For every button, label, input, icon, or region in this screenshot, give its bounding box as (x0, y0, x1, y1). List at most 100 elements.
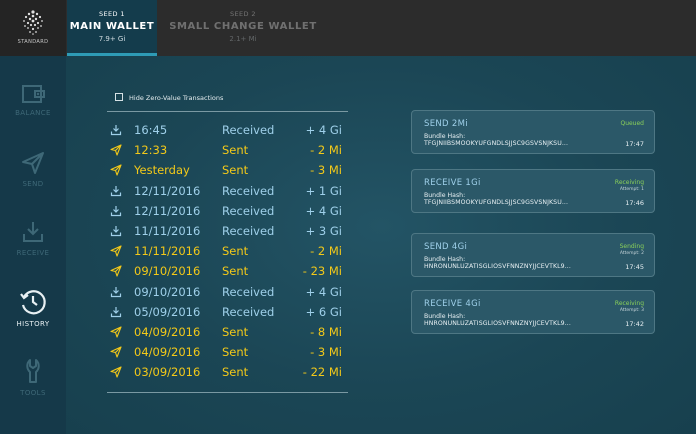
tab-seed-small-change-wallet[interactable]: SEED 2 SMALL CHANGE WALLET 2.1+ Mi (157, 0, 329, 56)
transaction-row[interactable]: 11/11/2016 Sent - 2 Mi (110, 241, 348, 261)
transaction-amount: - 2 Mi (310, 244, 342, 259)
transaction-row[interactable]: 09/10/2016 Sent - 23 Mi (110, 261, 348, 281)
paper-plane-icon (110, 144, 122, 156)
transaction-type: Received (222, 203, 275, 218)
transaction-amount: + 4 Gi (305, 203, 342, 218)
seed-name: MAIN WALLET (69, 21, 155, 32)
sidebar-item-label: TOOLS (20, 389, 46, 397)
transaction-row[interactable]: 12:33 Sent - 2 Mi (110, 140, 348, 160)
transaction-row[interactable]: 12/11/2016 Received + 4 Gi (110, 201, 348, 221)
bundle-card[interactable]: RECEIVE 1Gi Receiving Attempt: 1 Bundle Has… (411, 169, 655, 213)
sidebar-item-label: HISTORY (16, 320, 50, 328)
main-content: Hide Zero-Value Transactions 16:45 Receiv… (66, 56, 696, 434)
seed-balance: 2.1+ Mi (229, 35, 257, 43)
bundle-card[interactable]: SEND 2Mi Queued Bundle Hash: TFGJNIIBSMOOKY… (411, 110, 655, 154)
bundle-attempt: Attempt: 2 (619, 251, 644, 256)
hide-zero-value-label: Hide Zero-Value Transactions (129, 94, 224, 102)
transaction-time: 12/11/2016 (134, 183, 201, 198)
bundle-card[interactable]: SEND 4Gi Sending Attempt: 2 Bundle Hash: HNR… (411, 233, 655, 277)
paper-plane-icon (22, 152, 44, 174)
divider-top (107, 111, 348, 112)
download-icon (110, 286, 122, 298)
transaction-type: Received (222, 123, 275, 137)
bundle-hash-label: Bundle Hash: (424, 133, 466, 140)
transaction-amount: - 3 Mi (310, 345, 342, 360)
bundle-hash-label: Bundle Hash: (424, 256, 466, 263)
transaction-time: Yesterday (134, 163, 190, 178)
paper-plane-icon (110, 265, 122, 277)
transaction-time: 11/11/2016 (134, 223, 201, 238)
transaction-time: 11/11/2016 (134, 244, 201, 259)
bundle-status: Queued (620, 120, 644, 127)
transaction-time: 03/09/2016 (134, 365, 201, 380)
bundle-card[interactable]: RECEIVE 4Gi Receiving Attempt: 3 Bundle Has… (411, 290, 655, 334)
download-icon (110, 205, 122, 217)
bundle-hash: HNRONUNLUZATISGLIOSVFNNZNYJJCEVTKL9... (424, 263, 571, 270)
hide-zero-value-checkbox[interactable] (115, 93, 123, 101)
wallet-icon (22, 85, 45, 103)
sidebar-item-send[interactable]: SEND (0, 150, 66, 188)
clock-history-icon (20, 290, 46, 315)
sidebar-item-balance[interactable]: BALANCE (0, 83, 66, 117)
transaction-time: 04/09/2016 (134, 324, 201, 339)
transaction-type: Sent (222, 345, 249, 360)
bundle-attempt: Attempt: 3 (619, 308, 644, 313)
transaction-row[interactable]: 16:45 Received + 4 Gi (110, 120, 348, 140)
sidebar-item-label: BALANCE (15, 109, 51, 117)
transaction-row[interactable]: 11/11/2016 Received + 3 Gi (110, 221, 348, 241)
paper-plane-icon (110, 326, 122, 338)
hide-zero-value-filter[interactable]: Hide Zero-Value Transactions (115, 93, 223, 102)
transaction-type: Received (222, 223, 275, 238)
tab-seed-main-wallet[interactable]: SEED 1 MAIN WALLET 7.9+ Gi (67, 0, 157, 56)
transaction-amount: - 23 Mi (302, 264, 342, 279)
bundle-hash: HNRONUNLUZATISGLIOSVFNNZNYJJCEVTKL9... (424, 320, 571, 327)
transaction-row[interactable]: 05/09/2016 Received + 6 Gi (110, 302, 348, 322)
transaction-row[interactable]: 03/09/2016 Sent - 22 Mi (110, 362, 348, 382)
bundle-time: 17:46 (625, 199, 644, 207)
sidebar-item-tools[interactable]: TOOLS (0, 357, 66, 397)
transaction-amount: - 2 Mi (310, 143, 342, 158)
bundle-title: SEND 4Gi (424, 242, 468, 252)
transaction-time: 09/10/2016 (134, 284, 201, 299)
download-icon (110, 306, 122, 318)
transaction-type: Received (222, 304, 275, 319)
transaction-type: Sent (222, 324, 249, 339)
transaction-row[interactable]: 12/11/2016 Received + 1 Gi (110, 181, 348, 201)
bundle-title: RECEIVE 1Gi (424, 178, 481, 188)
seed-number: SEED 1 (99, 10, 125, 18)
transaction-type: Sent (222, 264, 249, 279)
transaction-type: Sent (222, 143, 249, 158)
transaction-amount: - 8 Mi (310, 324, 342, 339)
download-icon (110, 124, 122, 136)
transaction-row[interactable]: 04/09/2016 Sent - 8 Mi (110, 322, 348, 342)
transaction-amount: - 22 Mi (302, 365, 342, 380)
bundle-title: SEND 2Mi (424, 119, 468, 129)
bundle-status: Receiving (614, 300, 644, 307)
transaction-time: 16:45 (134, 123, 168, 137)
sidebar-item-label: SEND (22, 180, 44, 188)
bundle-status: Sending (619, 243, 644, 250)
sidebar-item-receive[interactable]: RECEIVE (0, 219, 66, 257)
paper-plane-icon (110, 164, 122, 176)
transaction-row[interactable]: Yesterday Sent - 3 Mi (110, 160, 348, 180)
transaction-row[interactable]: 09/10/2016 Received + 4 Gi (110, 282, 348, 302)
transaction-amount: + 4 Gi (305, 284, 342, 299)
bundle-hash: TFGJNIIBSMOOKYUFGNDLSJJSC9GSVSNJKSU... (424, 140, 569, 147)
transaction-type: Received (222, 284, 275, 299)
transaction-row[interactable]: 04/09/2016 Sent - 3 Mi (110, 342, 348, 362)
paper-plane-icon (110, 366, 122, 378)
download-icon (110, 185, 122, 197)
wrench-icon (26, 359, 40, 383)
transaction-type: Received (222, 183, 275, 198)
transaction-time: 12:33 (134, 143, 168, 158)
bundle-time: 17:45 (625, 263, 644, 271)
sidebar-item-history[interactable]: HISTORY (0, 288, 66, 328)
transaction-list: 16:45 Received + 4 Gi 12:33 Sent - 2 Mi Yester… (110, 120, 348, 382)
divider-bottom (107, 392, 348, 393)
bundle-status: Receiving (614, 179, 644, 186)
logo-text: STANDARD (17, 39, 49, 45)
transaction-amount: - 3 Mi (310, 163, 342, 178)
transaction-amount: + 3 Gi (305, 223, 342, 238)
transaction-type: Sent (222, 365, 249, 380)
transaction-type: Sent (222, 163, 249, 178)
